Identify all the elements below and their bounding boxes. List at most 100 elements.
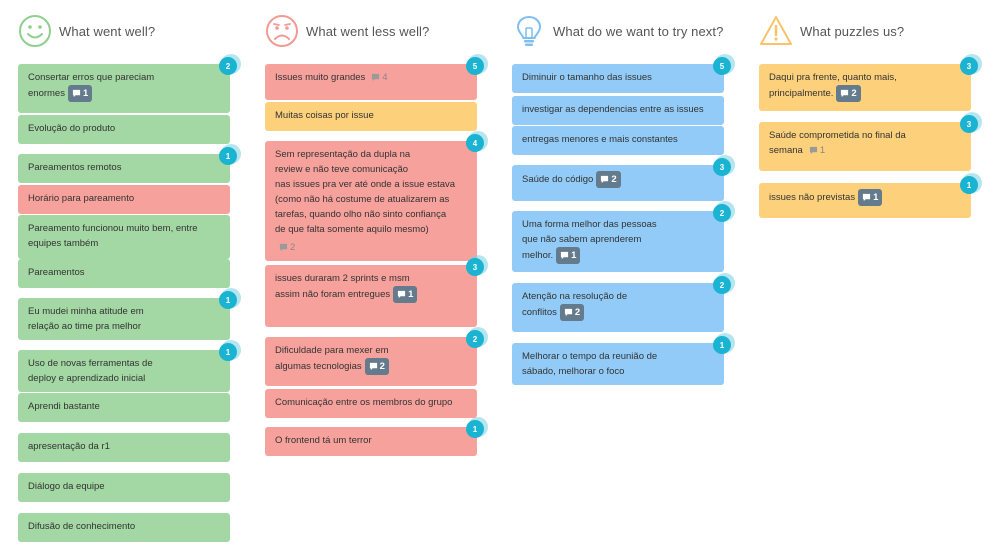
retro-card[interactable]: apresentação da r1 bbox=[18, 433, 230, 462]
card-text: Eu mudei minha atitude em relação ao tim… bbox=[28, 306, 144, 332]
comment-count: 2 bbox=[379, 361, 385, 372]
vote-count-badge[interactable]: 1 bbox=[219, 343, 237, 361]
retro-card[interactable]: Comunicação entre os membros do grupo bbox=[265, 389, 477, 418]
vote-count-badge[interactable]: 3 bbox=[960, 115, 978, 133]
comment-icon bbox=[371, 73, 382, 82]
comment-icon bbox=[809, 146, 820, 155]
retro-card[interactable]: Muitas coisas por issue bbox=[265, 102, 477, 131]
vote-count-badge[interactable]: 2 bbox=[713, 204, 731, 222]
card-text: O frontend tá um terror bbox=[275, 435, 372, 446]
comment-count: 2 bbox=[290, 242, 296, 253]
retro-card[interactable]: Pareamentos remotos 1 bbox=[18, 147, 237, 183]
retro-card[interactable]: Pareamento funcionou muito bem, entre eq… bbox=[18, 215, 230, 259]
card-text: Issues muito grandes bbox=[275, 72, 366, 84]
vote-count-badge[interactable]: 1 bbox=[713, 336, 731, 354]
card-text: Daqui pra frente, quanto mais, principal… bbox=[769, 72, 897, 100]
column-title: What went less well? bbox=[306, 23, 430, 39]
retro-card[interactable]: Melhorar o tempo da reunião de sábado, m… bbox=[512, 336, 731, 385]
comment-count-button[interactable]: 2 bbox=[364, 358, 389, 375]
comment-count: 2 bbox=[574, 307, 581, 318]
retro-card[interactable]: Sem representação da dupla na review e n… bbox=[265, 134, 484, 262]
comment-count: 1 bbox=[873, 192, 879, 203]
comment-count: 1 bbox=[82, 88, 89, 99]
retro-card[interactable]: issues duraram 2 sprints e msm assim não… bbox=[265, 258, 484, 327]
card-text: Melhorar o tempo da reunião de sábado, m… bbox=[522, 351, 658, 377]
smiley-happy-icon bbox=[18, 14, 52, 48]
comment-icon bbox=[72, 89, 83, 98]
retro-card[interactable]: Uso de novas ferramentas de deploy e apr… bbox=[18, 343, 237, 392]
retro-card[interactable]: Issues muito grandes 4 5 bbox=[265, 57, 484, 100]
column-header: What puzzles us? bbox=[759, 14, 904, 48]
vote-count-badge[interactable]: 5 bbox=[713, 57, 731, 75]
comment-count: 4 bbox=[382, 72, 388, 83]
retro-card[interactable]: Pareamentos bbox=[18, 259, 230, 288]
card-text: Difusão de conhecimento bbox=[28, 521, 136, 532]
comment-count-button[interactable]: 2 bbox=[596, 171, 621, 188]
comment-icon bbox=[564, 308, 575, 317]
card-text: Pareamentos remotos bbox=[28, 162, 122, 173]
card-text: Horário para pareamento bbox=[28, 193, 135, 204]
card-text: Comunicação entre os membros do grupo bbox=[275, 397, 453, 408]
retro-card[interactable]: Daqui pra frente, quanto mais, principal… bbox=[759, 57, 978, 111]
comment-icon bbox=[840, 89, 851, 98]
retro-card[interactable]: Evolução do produto bbox=[18, 115, 230, 144]
vote-count-badge[interactable]: 2 bbox=[466, 330, 484, 348]
comment-count-button[interactable]: 2 bbox=[836, 85, 861, 102]
card-text: Evolução do produto bbox=[28, 123, 116, 134]
comment-count-button[interactable]: 1 bbox=[556, 247, 581, 264]
comment-count: 2 bbox=[611, 174, 617, 185]
vote-count-badge[interactable]: 2 bbox=[713, 276, 731, 294]
retro-card[interactable]: issues não previstas 1 1 bbox=[759, 176, 978, 218]
column-title: What went well? bbox=[59, 23, 156, 39]
column-title: What puzzles us? bbox=[800, 23, 905, 39]
card-text: Saúde comprometida no final da semana bbox=[769, 130, 906, 157]
vote-count-badge[interactable]: 3 bbox=[713, 158, 731, 176]
vote-count-badge[interactable]: 3 bbox=[466, 258, 484, 276]
card-text: Diálogo da equipe bbox=[28, 481, 105, 492]
vote-count-badge[interactable]: 1 bbox=[466, 420, 484, 438]
retro-card[interactable]: Saúde do código 2 3 bbox=[512, 158, 731, 201]
vote-count-badge[interactable]: 1 bbox=[219, 147, 237, 165]
retro-card[interactable]: O frontend tá um terror 1 bbox=[265, 420, 484, 456]
retro-card[interactable]: Eu mudei minha atitude em relação ao tim… bbox=[18, 291, 237, 340]
vote-count-badge[interactable]: 3 bbox=[960, 57, 978, 75]
comment-icon bbox=[600, 175, 611, 184]
retro-card[interactable]: Diminuir o tamanho das issues 5 bbox=[512, 57, 731, 93]
retro-card[interactable]: Diálogo da equipe bbox=[18, 473, 230, 502]
comment-count: 1 bbox=[408, 289, 414, 300]
comment-icon bbox=[560, 251, 571, 260]
retro-card[interactable]: Atenção na resolução de conflitos 2 2 bbox=[512, 276, 731, 332]
retro-card[interactable]: Saúde comprometida no final da semana 1 3 bbox=[759, 115, 978, 171]
vote-count-badge[interactable]: 5 bbox=[466, 57, 484, 75]
vote-count-badge[interactable]: 2 bbox=[219, 57, 237, 75]
retro-card[interactable]: investigar as dependencias entre as issu… bbox=[512, 96, 724, 125]
comment-icon bbox=[369, 362, 380, 371]
comment-count-button[interactable]: 2 bbox=[559, 304, 585, 321]
card-text: Saúde do código bbox=[522, 174, 594, 186]
vote-count-badge[interactable]: 1 bbox=[219, 291, 237, 309]
retro-card[interactable]: Aprendi bastante bbox=[18, 393, 230, 422]
comment-count: 1 bbox=[571, 250, 577, 261]
column-header: What do we want to try next? bbox=[512, 14, 723, 48]
lightbulb-icon bbox=[512, 14, 546, 48]
card-text: apresentação da r1 bbox=[28, 441, 110, 452]
comment-icon bbox=[397, 290, 408, 299]
vote-count-badge[interactable]: 1 bbox=[960, 176, 978, 194]
retro-card[interactable]: Consertar erros que pareciam enormes 1 2 bbox=[18, 57, 237, 113]
card-text: Sem representação da dupla na review e n… bbox=[275, 149, 456, 235]
comment-count-button[interactable]: 1 bbox=[809, 143, 825, 158]
comment-icon bbox=[279, 243, 290, 252]
retro-card[interactable]: Dificuldade para mexer em algumas tecnol… bbox=[265, 330, 484, 386]
retro-card[interactable]: Difusão de conhecimento bbox=[18, 513, 230, 542]
card-text: entregas menores e mais constantes bbox=[522, 134, 678, 145]
comment-count-button[interactable]: 2 bbox=[279, 240, 295, 255]
retro-card[interactable]: entregas menores e mais constantes bbox=[512, 126, 724, 155]
retro-card[interactable]: Uma forma melhor das pessoas que não sab… bbox=[512, 204, 731, 272]
comment-count-button[interactable]: 1 bbox=[67, 85, 93, 102]
retro-card[interactable]: Horário para pareamento bbox=[18, 185, 230, 214]
vote-count-badge[interactable]: 4 bbox=[466, 134, 484, 152]
comment-count-button[interactable]: 1 bbox=[393, 286, 418, 303]
column-header: What went well? bbox=[18, 14, 155, 48]
comment-count-button[interactable]: 1 bbox=[858, 189, 883, 206]
comment-count-button[interactable]: 4 bbox=[371, 70, 388, 85]
